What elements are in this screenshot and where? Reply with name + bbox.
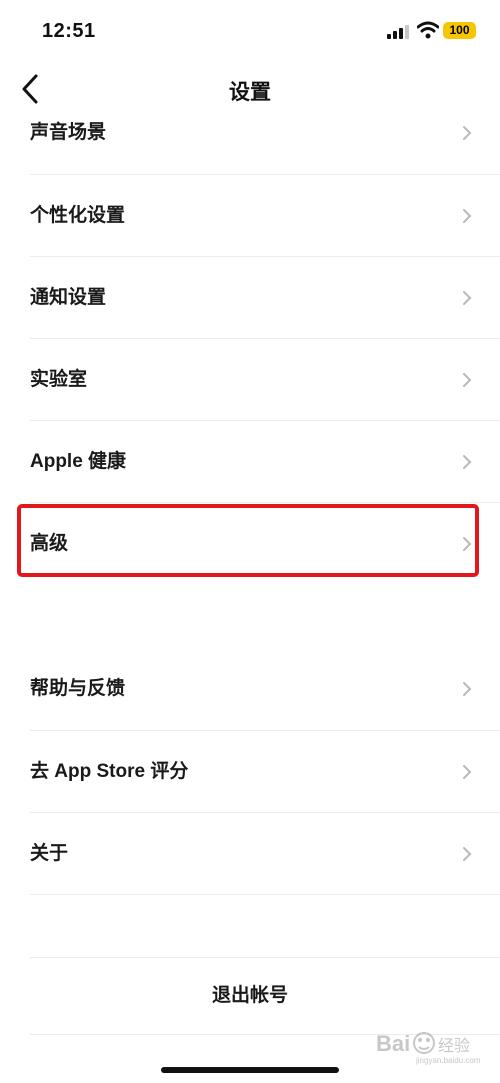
settings-item-label: Apple 健康: [30, 451, 127, 472]
cellular-signal-icon: [387, 25, 409, 39]
settings-item-apple-health[interactable]: Apple 健康: [30, 421, 500, 503]
settings-item-sound-scene[interactable]: 声音场景: [30, 92, 500, 174]
settings-item-rate-app-store[interactable]: 去 App Store 评分: [30, 731, 500, 813]
settings-item-about[interactable]: 关于: [30, 813, 500, 895]
chevron-right-icon: [463, 847, 472, 861]
status-bar: 12:51 100: [0, 0, 500, 60]
settings-item-label: 个性化设置: [30, 205, 126, 226]
highlight-box: [17, 504, 479, 577]
svg-text:经验: 经验: [438, 1036, 470, 1055]
divider: [30, 894, 500, 895]
settings-item-label: 帮助与反馈: [30, 678, 126, 699]
battery-icon: 100: [443, 22, 476, 39]
settings-item-label: 去 App Store 评分: [30, 761, 189, 782]
chevron-right-icon: [463, 291, 472, 305]
chevron-right-icon: [463, 209, 472, 223]
status-time: 12:51: [42, 20, 96, 42]
chevron-right-icon: [463, 373, 472, 387]
chevron-right-icon: [463, 682, 472, 696]
chevron-right-icon: [463, 126, 472, 140]
settings-item-label: 实验室: [30, 369, 88, 390]
svg-text:Bai: Bai: [376, 1031, 410, 1056]
chevron-right-icon: [463, 765, 472, 779]
settings-item-lab[interactable]: 实验室: [30, 339, 500, 421]
settings-item-notifications[interactable]: 通知设置: [30, 257, 500, 339]
settings-item-personalization[interactable]: 个性化设置: [30, 175, 500, 257]
baidu-jingyan-watermark-logo: Bai 经验 jingyan.baidu.com: [376, 1031, 481, 1065]
home-indicator[interactable]: [161, 1067, 339, 1073]
settings-item-label: 关于: [30, 843, 69, 864]
chevron-right-icon: [463, 455, 472, 469]
svg-text:jingyan.baidu.com: jingyan.baidu.com: [415, 1056, 481, 1065]
logout-button[interactable]: 退出帐号: [0, 958, 500, 1034]
settings-item-label: 声音场景: [30, 122, 107, 143]
wifi-icon: [417, 21, 439, 39]
settings-item-label: 通知设置: [30, 287, 107, 308]
settings-item-help-feedback[interactable]: 帮助与反馈: [30, 648, 500, 730]
